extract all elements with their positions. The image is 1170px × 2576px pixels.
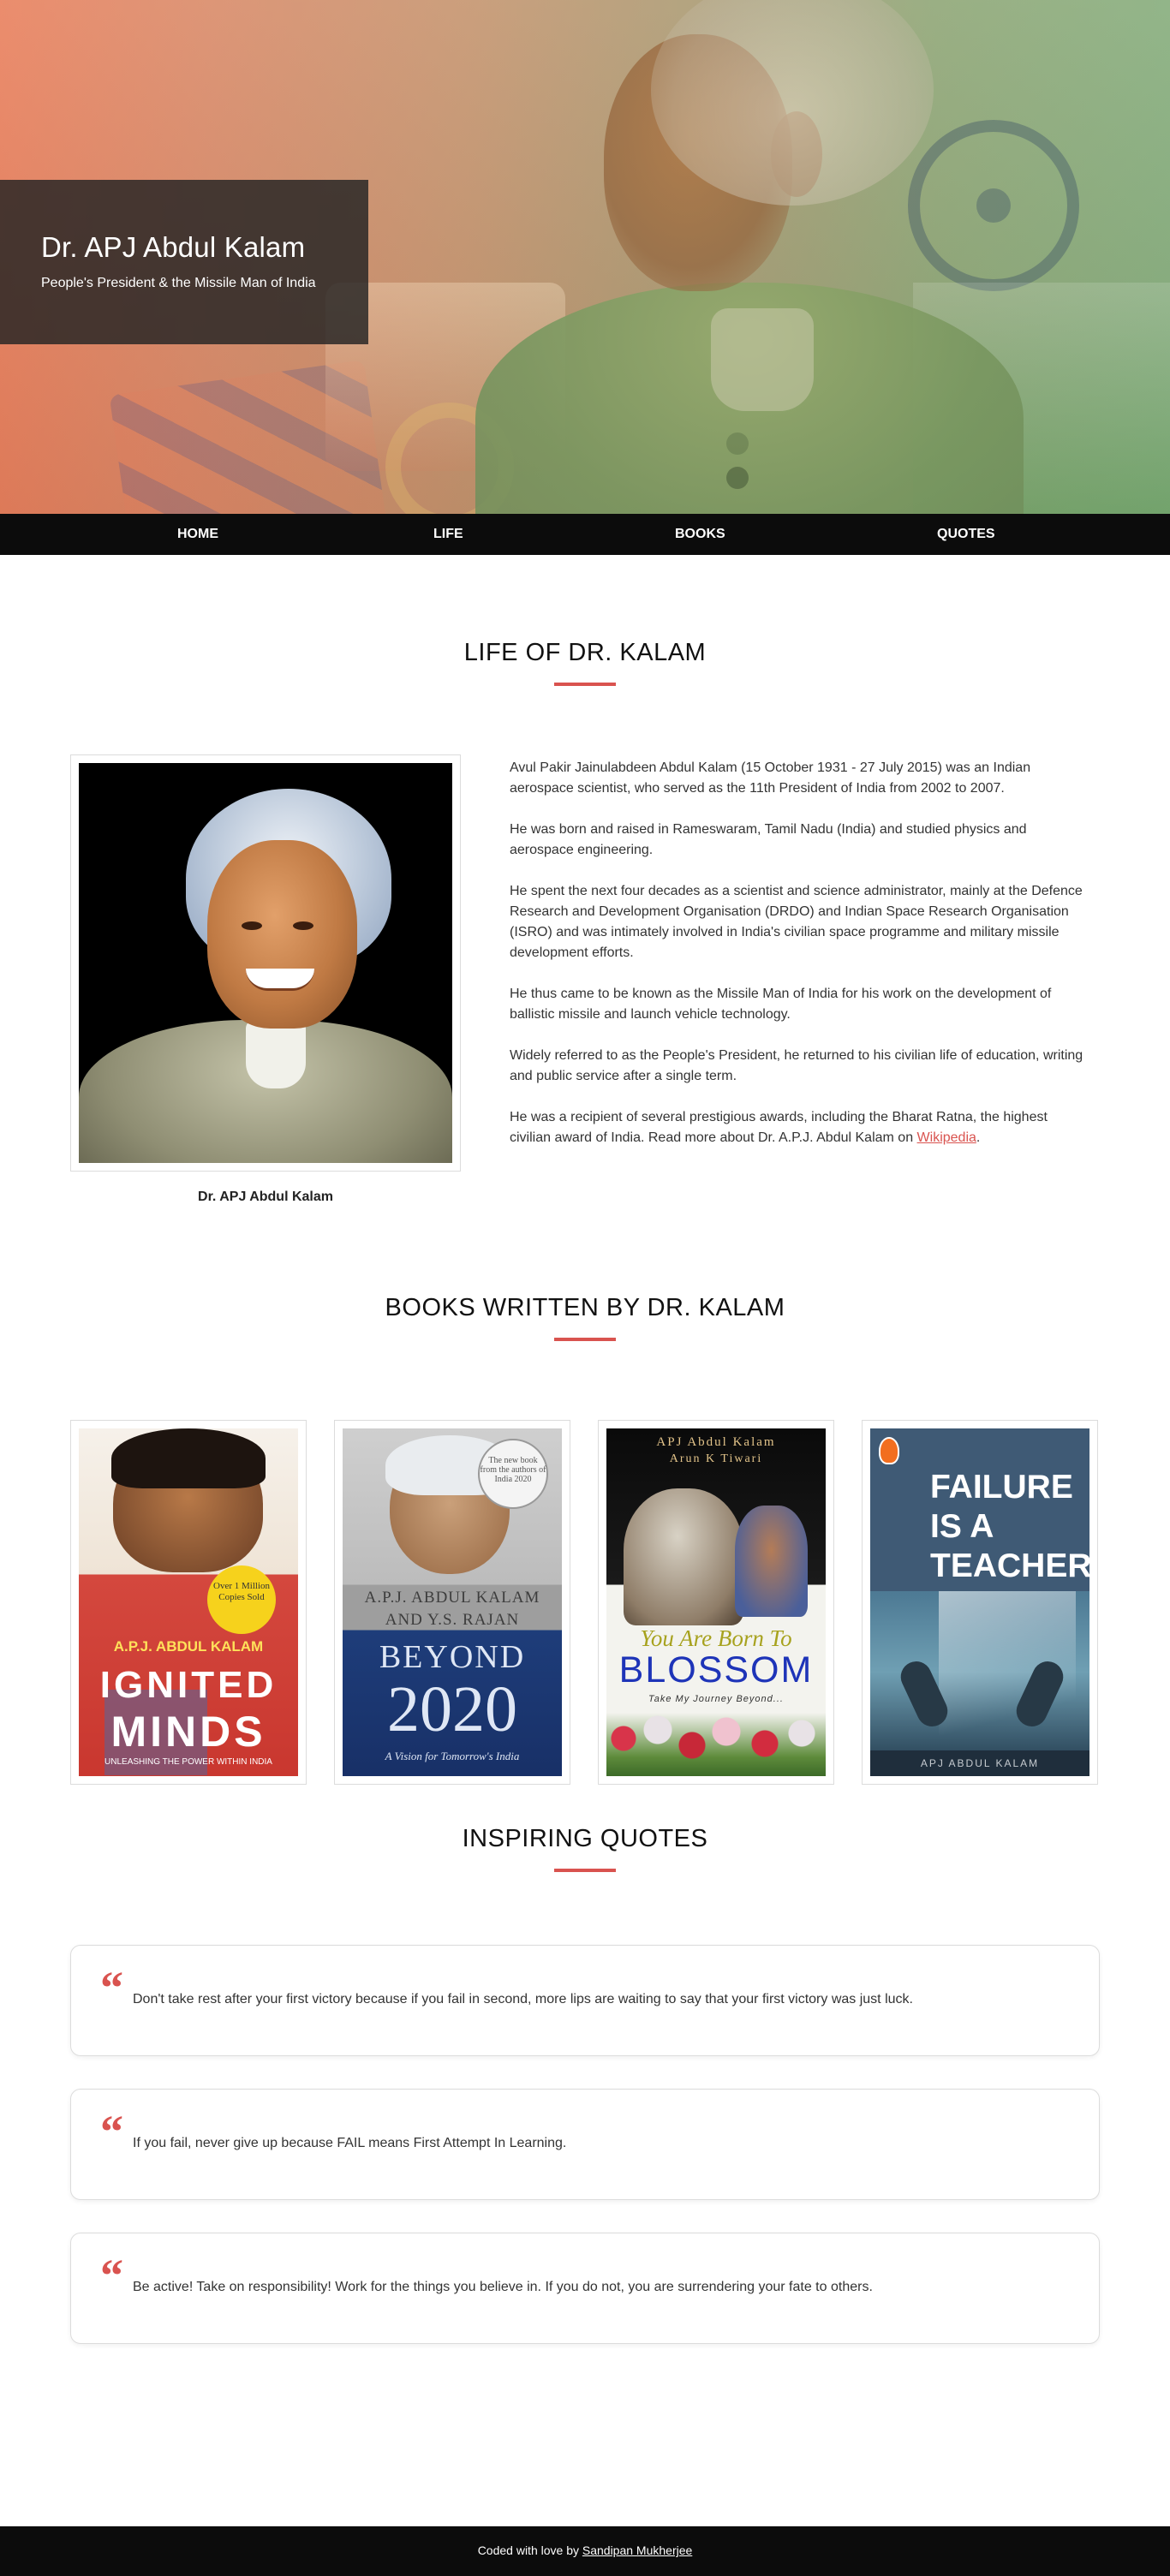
portrait-face — [207, 840, 357, 1029]
cover-title-line: IGNITED — [99, 1664, 278, 1706]
ashoka-chakra-icon — [908, 120, 1079, 291]
portrait-collar — [246, 1020, 306, 1088]
nav-item-home[interactable]: HOME — [177, 527, 218, 542]
quote-card: “ If you fail, never give up because FAI… — [70, 2089, 1100, 2200]
cover-title-line: You Are Born To — [640, 1625, 792, 1651]
hero-banner: Dr. APJ Abdul Kalam People's President &… — [0, 0, 1170, 514]
cover-author-line: AND Y.S. RAJAN — [385, 1611, 520, 1629]
book-cover-failure-is-a-teacher: FAILURE IS A TEACHER APJ ABDUL KALAM — [870, 1428, 1089, 1776]
cover-author-line: APJ Abdul Kalam — [656, 1435, 776, 1449]
footer-credit: Coded with love by — [477, 2543, 582, 2557]
kalam-portrait-image — [79, 763, 452, 1163]
portrait-eye — [293, 921, 313, 930]
quote-mark-icon: “ — [100, 2106, 123, 2157]
cover-sticker: Over 1 Million Copies Sold — [207, 1565, 276, 1634]
book-card-born-to-blossom[interactable]: APJ Abdul Kalam Arun K Tiwari You Are Bo… — [598, 1420, 834, 1785]
books-section: BOOKS WRITTEN BY DR. KALAM Over 1 Millio… — [0, 1217, 1170, 1825]
cover-title-line: MINDS — [110, 1708, 266, 1756]
life-paragraph: Avul Pakir Jainulabdeen Abdul Kalam (15 … — [510, 760, 1031, 796]
quote-card: “ Be active! Take on responsibility! Wor… — [70, 2233, 1100, 2344]
book-card-beyond-2020[interactable]: The new book from the authors of India 2… — [334, 1420, 570, 1785]
cover-subtitle: UNLEASHING THE POWER WITHIN INDIA — [104, 1757, 272, 1767]
life-heading: LIFE OF DR. KALAM — [463, 639, 707, 666]
portrait-eye — [242, 921, 262, 930]
life-paragraph: He spent the next four decades as a scie… — [510, 884, 1083, 960]
cover-subtitle: A Vision for Tomorrow's India — [385, 1750, 520, 1762]
life-paragraph: He was born and raised in Rameswaram, Ta… — [510, 822, 1027, 857]
footer-author-link[interactable]: Sandipan Mukherjee — [582, 2543, 692, 2557]
hero-portrait-button — [726, 467, 749, 489]
quote-card: “ Don't take rest after your first victo… — [70, 1945, 1100, 2056]
cover-author-line: Arun K Tiwari — [669, 1452, 763, 1465]
cover-author: APJ ABDUL KALAM — [870, 1750, 1089, 1776]
nav-item-books[interactable]: BOOKS — [675, 527, 725, 542]
book-cover-beyond-2020: The new book from the authors of India 2… — [343, 1428, 562, 1776]
cover-title-line: BEYOND — [379, 1639, 526, 1675]
book-cover-born-to-blossom: APJ Abdul Kalam Arun K Tiwari You Are Bo… — [606, 1428, 826, 1776]
wikipedia-link[interactable]: Wikipedia — [917, 1130, 976, 1145]
portrait-frame — [70, 754, 461, 1172]
hero-title: Dr. APJ Abdul Kalam — [41, 231, 306, 263]
hero-subtitle: People's President & the Missile Man of … — [41, 276, 316, 290]
cover-title-line: 2020 — [387, 1673, 517, 1745]
portrait-caption: Dr. APJ Abdul Kalam — [198, 1190, 333, 1204]
cover-author: A.P.J. ABDUL KALAM — [113, 1638, 264, 1655]
books-heading: BOOKS WRITTEN BY DR. KALAM — [385, 1294, 785, 1321]
life-paragraph-end: . — [976, 1130, 981, 1145]
cover-authors: A.P.J. ABDUL KALAM AND Y.S. RAJAN — [343, 1587, 562, 1631]
hero-title-box: Dr. APJ Abdul Kalam People's President &… — [0, 180, 368, 344]
life-section: LIFE OF DR. KALAM Dr. APJ Abdul Kalam Av… — [0, 555, 1170, 1217]
main-nav: HOME LIFE BOOKS QUOTES — [0, 514, 1170, 555]
cover-child-image — [735, 1506, 808, 1617]
heading-underline — [554, 1869, 616, 1872]
quotes-section: INSPIRING QUOTES “ Don't take rest after… — [0, 1825, 1170, 2514]
cover-subtitle: Take My Journey Beyond... — [648, 1694, 784, 1704]
quote-mark-icon: “ — [100, 2250, 123, 2301]
quote-text: Don't take rest after your first victory… — [133, 1992, 913, 2007]
nav-item-quotes[interactable]: QUOTES — [937, 527, 995, 542]
cover-child-hair — [111, 1428, 266, 1488]
cover-tulips-image — [606, 1713, 826, 1776]
penguin-logo-icon — [879, 1437, 899, 1464]
hero-portrait-button — [726, 432, 749, 455]
quote-text: If you fail, never give up because FAIL … — [133, 2136, 567, 2150]
life-paragraph: He was a recipient of several prestigiou… — [510, 1107, 1092, 1148]
cover-author-line: A.P.J. ABDUL KALAM — [364, 1589, 540, 1607]
book-card-ignited-minds[interactable]: Over 1 Million Copies Sold A.P.J. ABDUL … — [70, 1420, 307, 1785]
cover-author-image — [624, 1488, 743, 1625]
life-paragraph: He thus came to be known as the Missile … — [510, 987, 1052, 1022]
quote-mark-icon: “ — [100, 1962, 123, 2013]
hero-portrait-collar — [711, 308, 814, 411]
cover-title: FAILURE IS A TEACHER — [930, 1469, 1089, 1584]
cover-title-line: BLOSSOM — [618, 1649, 814, 1690]
cover-seal: The new book from the authors of India 2… — [478, 1439, 548, 1509]
footer: Coded with love by Sandipan Mukherjee — [0, 2526, 1170, 2576]
quotes-heading: INSPIRING QUOTES — [462, 1825, 708, 1852]
book-cover-ignited-minds: Over 1 Million Copies Sold A.P.J. ABDUL … — [79, 1428, 298, 1776]
book-card-failure-is-a-teacher[interactable]: FAILURE IS A TEACHER APJ ABDUL KALAM — [862, 1420, 1098, 1785]
life-text: Avul Pakir Jainulabdeen Abdul Kalam (15 … — [510, 758, 1092, 1169]
quote-text: Be active! Take on responsibility! Work … — [133, 2280, 873, 2294]
nav-item-life[interactable]: LIFE — [433, 527, 463, 542]
life-paragraph: Widely referred to as the People's Presi… — [510, 1048, 1083, 1083]
